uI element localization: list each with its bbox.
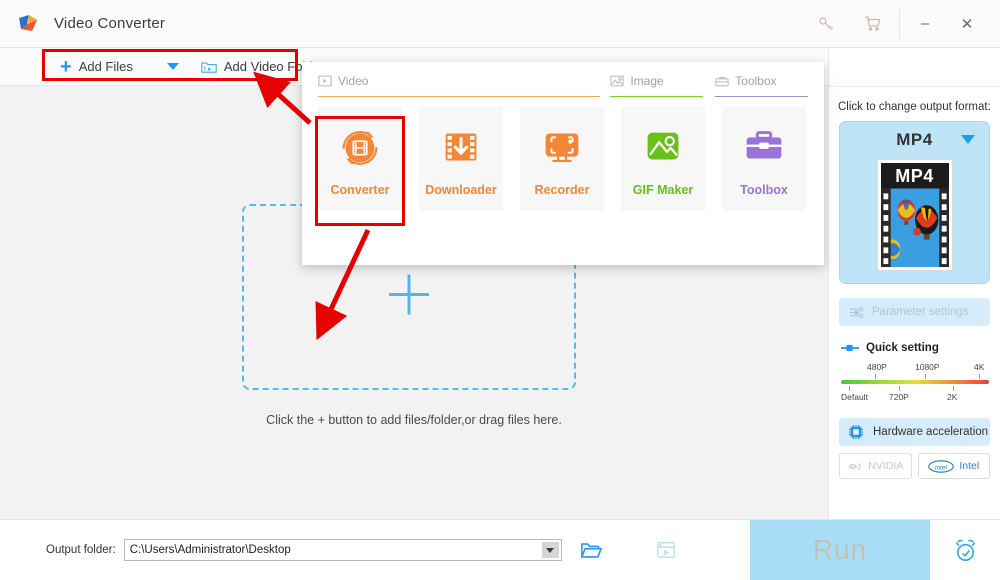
tab-video[interactable]: Video (318, 74, 601, 97)
cart-icon[interactable] (849, 1, 895, 47)
gpu-options-row: NVIDIA intel Intel (839, 453, 990, 479)
plus-icon: + (60, 55, 72, 78)
output-folder-input[interactable]: C:\Users\Administrator\Desktop (123, 539, 562, 561)
bottom-bar: Output folder: C:\Users\Administrator\De… (0, 519, 1000, 580)
open-folder-icon[interactable] (580, 541, 602, 560)
quality-tick-1080p (925, 374, 926, 379)
quality-tick-2k (953, 386, 954, 391)
gpu-option-intel[interactable]: intel Intel (917, 453, 990, 479)
gpu-option-nvidia-label: NVIDIA (868, 460, 904, 472)
svg-text:intel: intel (935, 464, 947, 471)
converter-icon (334, 121, 386, 173)
key-icon[interactable] (803, 1, 849, 47)
quality-tick-720p (899, 386, 900, 391)
app-logo-icon (16, 12, 40, 36)
nvidia-icon (847, 461, 863, 472)
image-tab-icon (610, 75, 624, 87)
format-thumbnail: MP4 (876, 159, 953, 271)
output-format-card[interactable]: MP4 MP4 (839, 121, 990, 284)
quality-tick-4k (979, 374, 980, 379)
media-file-icon[interactable] (656, 540, 676, 560)
video-folder-icon (201, 60, 217, 74)
chevron-down-icon[interactable] (166, 63, 179, 70)
right-panel-top-divider (829, 48, 1000, 87)
tab-video-label: Video (338, 74, 369, 88)
tools-dropdown-panel: Video Image Toolbox Converter Downloader… (302, 62, 824, 265)
chevron-down-icon[interactable] (541, 542, 559, 558)
tool-item-recorder-label: Recorder (534, 183, 590, 197)
tools-tab-bar: Video Image Toolbox (302, 62, 824, 97)
quick-setting-row[interactable]: Quick setting (841, 342, 1000, 354)
tab-toolbox[interactable]: Toolbox (715, 74, 808, 97)
titlebar-divider (899, 8, 900, 39)
quality-label-480p: 480P (867, 362, 887, 372)
slider-handle-icon (841, 343, 859, 353)
gpu-option-nvidia[interactable]: NVIDIA (839, 453, 912, 479)
sliders-icon (849, 306, 864, 319)
quality-label-720p: 720P (889, 392, 909, 402)
recorder-icon (536, 121, 588, 173)
right-settings-panel: Click to change output format: MP4 MP4 P… (828, 48, 1000, 519)
tool-item-toolbox[interactable]: Toolbox (722, 107, 806, 211)
toolbox-icon (738, 121, 790, 173)
minimize-button[interactable]: – (904, 1, 946, 47)
video-converter-window: Video Converter – ✕ + Add Files Add Vide… (0, 0, 1000, 580)
parameter-settings-label: Parameter settings (872, 306, 969, 318)
parameter-settings-button[interactable]: Parameter settings (839, 298, 990, 326)
dropzone-hint: Click the + button to add files/folder,o… (266, 413, 562, 427)
plus-large-icon[interactable] (383, 269, 435, 326)
tool-item-gif-maker-label: GIF Maker (632, 183, 694, 197)
intel-icon: intel (928, 459, 955, 473)
quality-slider[interactable]: 480P 1080P 4K Default 720P 2K (841, 362, 989, 404)
tool-item-recorder[interactable]: Recorder (520, 107, 604, 211)
output-folder-label: Output folder: (46, 544, 116, 556)
close-button[interactable]: ✕ (946, 1, 988, 47)
quality-label-default: Default (841, 392, 868, 402)
tool-item-toolbox-label: Toolbox (740, 183, 788, 197)
quality-slider-bar[interactable] (841, 380, 989, 384)
tools-grid: Converter Downloader Recorder GIF Maker … (302, 97, 824, 211)
video-tab-icon (318, 75, 332, 87)
add-files-label: Add Files (78, 59, 133, 74)
tool-item-converter[interactable]: Converter (318, 107, 402, 211)
add-files-button[interactable]: + Add Files (52, 52, 141, 82)
downloader-icon (435, 121, 487, 173)
quick-setting-label: Quick setting (866, 342, 939, 354)
quality-label-1080p: 1080P (915, 362, 940, 372)
tool-item-converter-label: Converter (330, 183, 390, 197)
chevron-down-icon[interactable] (961, 135, 975, 144)
quality-label-4k: 4K (974, 362, 985, 372)
output-format-label: Click to change output format: (838, 101, 991, 113)
hardware-acceleration-button[interactable]: Hardware acceleration (839, 418, 990, 446)
toolbox-tab-icon (715, 75, 729, 87)
tab-toolbox-label: Toolbox (735, 74, 777, 88)
gpu-option-intel-label: Intel (959, 460, 980, 472)
hardware-acceleration-label: Hardware acceleration (873, 426, 989, 438)
title-bar: Video Converter – ✕ (0, 0, 1000, 48)
quality-label-2k: 2K (947, 392, 958, 402)
gif-maker-icon (637, 121, 689, 173)
tool-item-downloader[interactable]: Downloader (419, 107, 503, 211)
output-folder-value: C:\Users\Administrator\Desktop (129, 544, 291, 556)
quality-tick-480p (875, 374, 876, 379)
alarm-clock-icon[interactable] (935, 520, 995, 580)
quality-tick-default (849, 386, 850, 391)
cpu-chip-icon (848, 424, 864, 440)
app-title: Video Converter (54, 15, 166, 32)
quality-bottom-labels: Default 720P 2K (841, 392, 989, 404)
tool-item-gif-maker[interactable]: GIF Maker (621, 107, 705, 211)
quality-top-labels: 480P 1080P 4K (841, 362, 989, 374)
tool-item-downloader-label: Downloader (425, 183, 497, 197)
tab-image[interactable]: Image (610, 74, 704, 97)
thumbnail-format-text: MP4 (895, 166, 934, 187)
tab-image-label: Image (630, 74, 664, 88)
run-button[interactable]: Run (750, 520, 930, 580)
